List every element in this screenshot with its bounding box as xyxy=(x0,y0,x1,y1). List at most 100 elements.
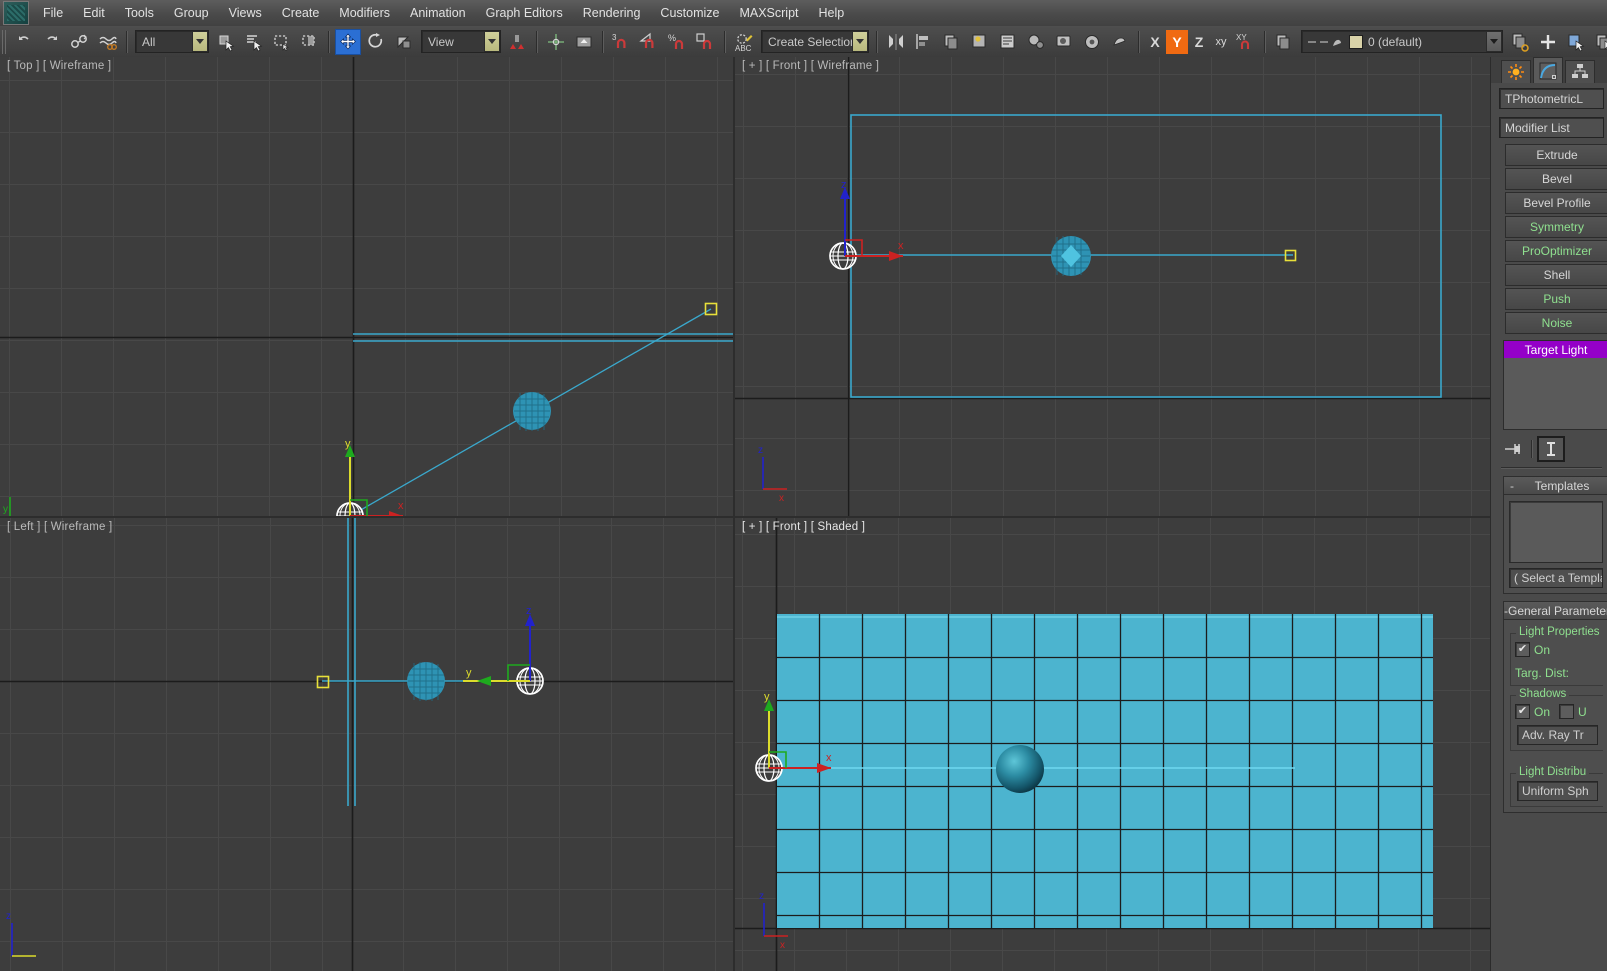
undo-icon[interactable] xyxy=(11,29,37,55)
mirror-selected-objects-icon[interactable] xyxy=(883,29,909,55)
select-object-icon[interactable] xyxy=(213,29,239,55)
rollout-templates-header[interactable]: - Templates xyxy=(1504,477,1607,495)
menu-item-customize[interactable]: Customize xyxy=(650,3,729,23)
select-and-manipulate-icon[interactable] xyxy=(571,29,597,55)
layer-icon[interactable] xyxy=(1271,29,1297,55)
render-setup-icon[interactable] xyxy=(1051,29,1077,55)
edit-named-selection-sets-icon[interactable]: ABC xyxy=(731,29,757,55)
select-and-rotate-icon[interactable] xyxy=(363,29,389,55)
menu-item-animation[interactable]: Animation xyxy=(400,3,476,23)
light-on-checkbox[interactable]: ✔ xyxy=(1515,642,1530,657)
modifier-button-symmetry[interactable]: Symmetry xyxy=(1505,216,1607,238)
viewport-left[interactable]: z y z [ Left ] [ Wireframe ] xyxy=(0,518,733,971)
templates-listbox[interactable] xyxy=(1509,501,1603,563)
modifier-button-shell[interactable]: Shell xyxy=(1505,264,1607,286)
pin-stack-icon[interactable] xyxy=(1501,439,1527,459)
show-end-result-icon[interactable] xyxy=(1537,436,1565,462)
menu-item-file[interactable]: File xyxy=(33,3,73,23)
modifier-stack-toolbar xyxy=(1501,436,1607,462)
select-and-move-icon[interactable] xyxy=(335,28,361,55)
layer-color-swatch[interactable] xyxy=(1349,34,1363,49)
viewport-divider-horizontal[interactable] xyxy=(0,516,1490,518)
modifier-button-prooptimizer[interactable]: ProOptimizer xyxy=(1505,240,1607,262)
select-template-field[interactable]: ( Select a Template ) xyxy=(1509,568,1603,588)
menu-item-edit[interactable]: Edit xyxy=(73,3,115,23)
axis-constraint-z[interactable]: Z xyxy=(1188,30,1210,54)
rectangular-selection-region-icon[interactable] xyxy=(269,29,295,55)
chevron-down-icon[interactable] xyxy=(1486,31,1502,52)
modifier-button-extrude[interactable]: Extrude xyxy=(1505,144,1607,166)
set-current-layer-icon[interactable] xyxy=(1591,29,1607,55)
toolbar-separator xyxy=(876,30,878,53)
targ-dist-label: Targ. Dist: xyxy=(1515,666,1570,680)
select-and-link-icon[interactable] xyxy=(67,29,93,55)
menu-item-group[interactable]: Group xyxy=(164,3,219,23)
modifier-button-bevel[interactable]: Bevel xyxy=(1505,168,1607,190)
viewport-top[interactable]: y x y x [ Top ] [ Wireframe ] xyxy=(0,57,733,519)
layer-manager-icon[interactable] xyxy=(939,29,965,55)
reference-coordinate-system-combo[interactable]: View xyxy=(421,30,501,53)
menu-item-help[interactable]: Help xyxy=(809,3,855,23)
svg-text:z: z xyxy=(758,445,763,456)
selection-filter-combo[interactable]: All xyxy=(135,30,209,53)
spinner-snap-toggle-icon[interactable] xyxy=(693,29,719,55)
menu-item-maxscript[interactable]: MAXScript xyxy=(729,3,808,23)
create-new-layer-icon[interactable] xyxy=(1535,29,1561,55)
menu-item-create[interactable]: Create xyxy=(272,3,330,23)
modifier-button-noise[interactable]: Noise xyxy=(1505,312,1607,334)
use-pivot-point-center-icon[interactable] xyxy=(505,29,531,55)
layer-properties-icon[interactable] xyxy=(1507,29,1533,55)
select-objects-in-layer-icon[interactable] xyxy=(1563,29,1589,55)
schematic-view-icon[interactable] xyxy=(995,29,1021,55)
create-tab[interactable] xyxy=(1501,60,1531,83)
axis-constraint-x[interactable]: X xyxy=(1144,30,1166,54)
chevron-down-icon[interactable] xyxy=(192,31,208,52)
render-production-icon[interactable] xyxy=(1107,29,1133,55)
menu-item-modifiers[interactable]: Modifiers xyxy=(329,3,400,23)
axis-constraint-y[interactable]: Y xyxy=(1166,29,1188,54)
modifier-list-dropdown[interactable]: Modifier List xyxy=(1499,117,1604,138)
viewport-divider-vertical[interactable] xyxy=(733,57,735,971)
rollout-general-parameters-header[interactable]: - General Parameters xyxy=(1504,602,1607,620)
rollout-collapse-icon[interactable]: - xyxy=(1504,479,1520,493)
toolbar-grip[interactable] xyxy=(2,29,8,54)
modifier-stack-item-target-light[interactable]: Target Light xyxy=(1504,341,1607,358)
menu-item-graph-editors[interactable]: Graph Editors xyxy=(476,3,573,23)
modify-tab[interactable] xyxy=(1533,57,1563,83)
chevron-down-icon[interactable] xyxy=(484,31,500,52)
modifier-button-bevel-profile[interactable]: Bevel Profile xyxy=(1505,192,1607,214)
shadow-type-dropdown[interactable]: Adv. Ray Tr xyxy=(1517,725,1598,745)
chevron-down-icon[interactable] xyxy=(852,31,868,52)
angle-snap-toggle-icon[interactable] xyxy=(637,29,663,55)
axis-constraint-xy[interactable]: xy xyxy=(1210,30,1232,54)
shadows-on-row[interactable]: ✔ On U xyxy=(1515,704,1600,719)
menu-item-rendering[interactable]: Rendering xyxy=(573,3,651,23)
snaps-toggle-3d-icon[interactable]: 3 xyxy=(609,29,635,55)
named-selection-set-combo[interactable]: Create Selection Set xyxy=(761,30,869,53)
viewport-front-shaded[interactable]: y x z x [ + ] [ Front ] [ Shaded ] xyxy=(735,518,1490,971)
light-distribution-dropdown[interactable]: Uniform Sph xyxy=(1517,781,1598,801)
percent-snap-toggle-icon[interactable]: % xyxy=(665,29,691,55)
hierarchy-tab[interactable] xyxy=(1565,60,1595,83)
select-by-name-icon[interactable] xyxy=(241,29,267,55)
object-name-field[interactable]: TPhotometricL xyxy=(1499,88,1604,109)
menu-item-tools[interactable]: Tools xyxy=(115,3,164,23)
redo-icon[interactable] xyxy=(39,29,65,55)
layer-combo[interactable]: 0 (default) xyxy=(1301,30,1503,53)
modifier-button-push[interactable]: Push xyxy=(1505,288,1607,310)
window-crossing-icon[interactable] xyxy=(297,29,323,55)
use-center-icon[interactable] xyxy=(543,29,569,55)
align-icon[interactable] xyxy=(911,29,937,55)
curve-editor-icon[interactable] xyxy=(967,29,993,55)
modifier-stack[interactable]: Target Light xyxy=(1503,340,1607,430)
unlink-selection-icon[interactable] xyxy=(95,29,121,55)
viewport-front-wireframe[interactable]: z x z x [ + ] [ Front ] [ Wireframe ] xyxy=(735,57,1490,519)
select-and-uniform-scale-icon[interactable] xyxy=(391,29,417,55)
material-editor-icon[interactable] xyxy=(1023,29,1049,55)
axis-constraint-toggle-icon[interactable]: XY xyxy=(1233,29,1259,55)
use-global-settings-checkbox[interactable] xyxy=(1559,704,1575,719)
menu-item-views[interactable]: Views xyxy=(219,3,272,23)
rendered-frame-window-icon[interactable] xyxy=(1079,29,1105,55)
shadows-on-checkbox[interactable]: ✔ xyxy=(1515,704,1530,719)
light-on-checkbox-row[interactable]: ✔ On xyxy=(1515,642,1600,657)
